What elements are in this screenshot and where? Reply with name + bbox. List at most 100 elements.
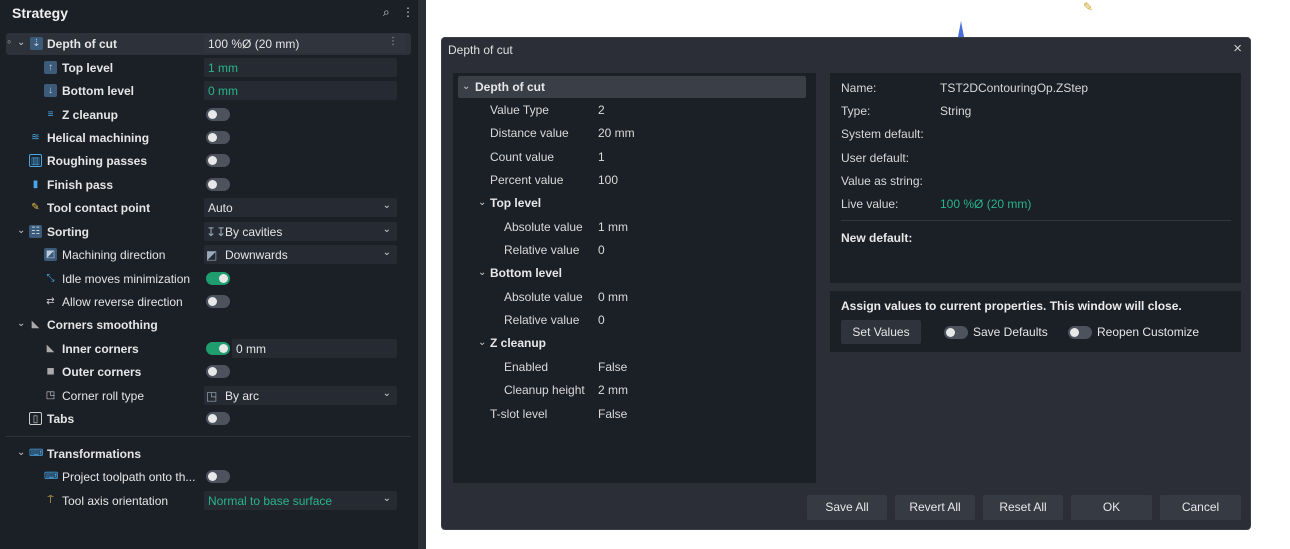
depth-of-cut-field[interactable]: 100 %Ø (20 mm) ⋮ xyxy=(204,34,406,53)
more-menu-icon[interactable]: ⋮ xyxy=(402,5,414,19)
downwards-icon: ◩ xyxy=(206,248,218,262)
row-transformations[interactable]: ⌄ ⌨ Transformations xyxy=(0,443,418,465)
row-corners-smoothing[interactable]: ⌄ ◣ Corners smoothing xyxy=(0,314,418,336)
row-label: Idle moves minimization xyxy=(62,272,191,286)
tree-row[interactable]: ⌄ Bottom level xyxy=(453,262,816,284)
inner-corners-field[interactable]: 0 mm xyxy=(232,339,397,358)
tree-row[interactable]: T-slot level False xyxy=(453,403,816,425)
row-tool-contact-point[interactable]: ✎ Tool contact point Auto ⌄ xyxy=(0,197,418,219)
dialog-title: Depth of cut xyxy=(448,43,513,57)
info-value: TST2DContouringOp.ZStep xyxy=(940,81,1089,95)
row-label: Sorting xyxy=(47,225,89,239)
allow-reverse-toggle[interactable] xyxy=(206,295,230,308)
field-value: 0 mm xyxy=(208,84,238,98)
search-icon[interactable]: ⌕ xyxy=(383,5,390,20)
tree-row[interactable]: Absolute value 1 mm xyxy=(453,216,816,238)
save-all-button[interactable]: Save All xyxy=(807,495,887,520)
project-toolpath-icon: ⌨ xyxy=(44,471,59,482)
z-cleanup-toggle[interactable] xyxy=(206,108,230,121)
idle-moves-toggle[interactable] xyxy=(206,272,230,285)
tree-row[interactable]: Relative value 0 xyxy=(453,239,816,261)
bottom-level-field[interactable]: 0 mm xyxy=(204,81,397,100)
row-corner-roll-type[interactable]: ◳ Corner roll type ◳ By arc ⌄ xyxy=(0,385,418,407)
tree-row[interactable]: Value Type 2 xyxy=(453,99,816,121)
row-depth-of-cut[interactable]: ∘ ⌄ ⇣ Depth of cut 100 %Ø (20 mm) ⋮ xyxy=(6,33,411,55)
row-allow-reverse[interactable]: ⇄ Allow reverse direction xyxy=(0,291,418,313)
chevron-down-icon[interactable]: ⌄ xyxy=(478,197,486,208)
reset-all-button[interactable]: Reset All xyxy=(983,495,1063,520)
row-z-cleanup[interactable]: ≡ Z cleanup xyxy=(0,104,418,126)
project-toolpath-toggle[interactable] xyxy=(206,470,230,483)
row-tool-axis-orientation[interactable]: ⍑ Tool axis orientation Normal to base s… xyxy=(0,490,418,512)
revert-all-button[interactable]: Revert All xyxy=(895,495,975,520)
tree-key: T-slot level xyxy=(490,407,548,421)
tool-axis-orientation-select[interactable]: Normal to base surface ⌄ xyxy=(204,491,397,510)
tree-row[interactable]: ⌄ Depth of cut xyxy=(458,76,806,98)
info-key: Type: xyxy=(841,104,871,118)
row-roughing-passes[interactable]: ▥ Roughing passes xyxy=(0,150,418,172)
cavities-icon: ↧↧ xyxy=(206,225,227,239)
tree-row[interactable]: Cleanup height 2 mm xyxy=(453,379,816,401)
tree-key: Cleanup height xyxy=(504,383,585,397)
tabs-toggle[interactable] xyxy=(206,412,230,425)
row-outer-corners[interactable]: ◼ Outer corners xyxy=(0,361,418,383)
inner-corners-toggle[interactable] xyxy=(206,342,230,355)
chevron-down-icon[interactable]: ⌄ xyxy=(478,337,486,348)
chevron-down-icon[interactable]: ⌄ xyxy=(17,37,25,48)
tree-row[interactable]: Absolute value 0 mm xyxy=(453,286,816,308)
panel-splitter[interactable] xyxy=(418,0,426,549)
chevron-down-icon[interactable]: ⌄ xyxy=(17,318,25,329)
reopen-customize-toggle[interactable] xyxy=(1068,326,1092,339)
row-project-toolpath[interactable]: ⌨ Project toolpath onto th... xyxy=(0,466,418,488)
by-arc-icon: ◳ xyxy=(206,389,218,403)
helical-icon: ≋ xyxy=(31,132,40,143)
info-key: User default: xyxy=(841,151,910,165)
select-value: By cavities xyxy=(225,225,283,239)
save-defaults-toggle[interactable] xyxy=(944,326,968,339)
chevron-down-icon: ⌄ xyxy=(382,493,391,504)
set-values-button[interactable]: Set Values xyxy=(841,320,921,344)
cancel-button[interactable]: Cancel xyxy=(1160,495,1241,520)
sorting-select[interactable]: ↧↧ By cavities ⌄ xyxy=(204,222,397,241)
row-finish-pass[interactable]: ▮ Finish pass xyxy=(0,174,418,196)
outer-corners-toggle[interactable] xyxy=(206,365,230,378)
finish-pass-toggle[interactable] xyxy=(206,178,230,191)
close-icon[interactable]: × xyxy=(1233,40,1242,57)
tree-key: Absolute value xyxy=(504,290,583,304)
tool-contact-point-select[interactable]: Auto ⌄ xyxy=(204,198,397,217)
tree-row[interactable]: Percent value 100 xyxy=(453,169,816,191)
tree-row[interactable]: Distance value 20 mm xyxy=(453,122,816,144)
row-top-level[interactable]: ↑ Top level 1 mm xyxy=(0,57,418,79)
corner-roll-type-select[interactable]: ◳ By arc ⌄ xyxy=(204,386,397,405)
tree-key: Relative value xyxy=(504,243,580,257)
row-idle-moves[interactable]: ⤡ Idle moves minimization xyxy=(0,268,418,290)
tree-row[interactable]: ⌄ Top level xyxy=(453,192,816,214)
row-inner-corners[interactable]: ◣ Inner corners 0 mm xyxy=(0,338,418,360)
row-tabs[interactable]: ▯ Tabs xyxy=(0,408,418,430)
inner-corners-icon: ◣ xyxy=(46,343,55,354)
chevron-down-icon[interactable]: ⌄ xyxy=(462,81,470,92)
tool-contact-icon: ✎ xyxy=(31,202,40,213)
chevron-down-icon[interactable]: ⌄ xyxy=(17,447,25,458)
row-helical-machining[interactable]: ≋ Helical machining xyxy=(0,127,418,149)
tree-row[interactable]: Enabled False xyxy=(453,356,816,378)
row-bottom-level[interactable]: ↓ Bottom level 0 mm xyxy=(0,80,418,102)
chevron-down-icon[interactable]: ⌄ xyxy=(478,267,486,278)
tree-row[interactable]: ⌄ Z cleanup xyxy=(453,332,816,354)
chevron-down-icon[interactable]: ⌄ xyxy=(17,225,25,236)
tree-row[interactable]: Relative value 0 xyxy=(453,309,816,331)
row-label: Z cleanup xyxy=(62,108,119,122)
helical-machining-toggle[interactable] xyxy=(206,131,230,144)
row-machining-direction[interactable]: ◩ Machining direction ◩ Downwards ⌄ xyxy=(0,244,418,266)
roughing-passes-toggle[interactable] xyxy=(206,154,230,167)
tree-row[interactable]: Count value 1 xyxy=(453,146,816,168)
ok-button[interactable]: OK xyxy=(1071,495,1152,520)
roughing-icon: ▥ xyxy=(29,154,42,167)
live-value: 100 %Ø (20 mm) xyxy=(940,197,1032,211)
top-level-field[interactable]: 1 mm xyxy=(204,58,397,77)
row-sorting[interactable]: ⌄ ☷ Sorting ↧↧ By cavities ⌄ xyxy=(0,221,418,243)
depth-of-cut-dialog: Depth of cut × ⌄ Depth of cut Value Type… xyxy=(441,37,1251,530)
new-default-label: New default: xyxy=(841,231,913,245)
more-options-icon[interactable]: ⋮ xyxy=(388,36,398,47)
machining-direction-select[interactable]: ◩ Downwards ⌄ xyxy=(204,245,397,264)
